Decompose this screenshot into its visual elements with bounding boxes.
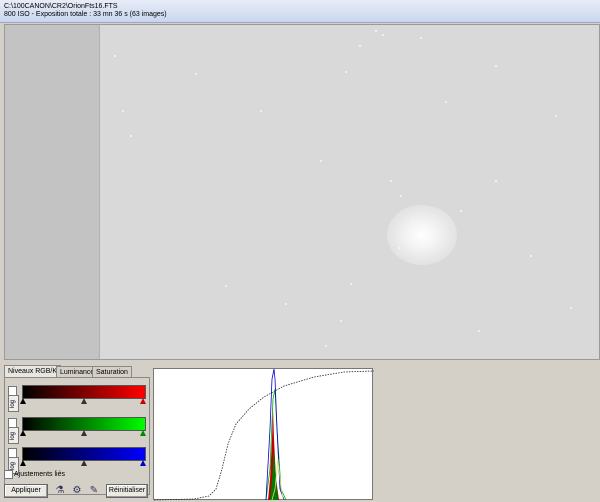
star <box>555 115 557 117</box>
star <box>130 135 132 137</box>
star <box>420 37 422 39</box>
star <box>345 71 347 73</box>
blue-level-bar[interactable] <box>22 447 146 461</box>
histogram-panel <box>153 368 374 501</box>
linked-adjustments-label: Ajustements liés <box>14 471 65 478</box>
blue-channel-row: log <box>5 444 151 474</box>
blue-gamma-handle[interactable] <box>81 460 87 466</box>
star <box>114 55 116 57</box>
reset-button[interactable]: Réinitialiser <box>106 484 148 498</box>
blue-white-point-handle[interactable] <box>140 460 146 466</box>
blue-black-point-handle[interactable] <box>20 460 26 466</box>
star <box>418 230 420 232</box>
histogram-plot <box>154 369 374 501</box>
star <box>495 180 497 182</box>
exposure-info: 800 ISO - Exposition totale : 33 mn 36 s… <box>4 11 167 18</box>
star <box>570 307 572 309</box>
tab-saturation[interactable]: Saturation <box>92 366 132 377</box>
star <box>122 110 124 112</box>
viewer-left-margin <box>5 25 100 359</box>
title-bar: C:\100CANON\CR2\OrionFts16.FTS 800 ISO -… <box>0 0 600 23</box>
cumulative-curve <box>154 370 374 501</box>
tab-rgb-levels[interactable]: Niveaux RGB/K <box>4 365 62 377</box>
green-black-point-handle[interactable] <box>20 430 26 436</box>
star <box>375 30 377 32</box>
apply-button[interactable]: Appliquer <box>4 484 48 498</box>
linked-adjustments-checkbox[interactable] <box>4 470 13 479</box>
file-path: C:\100CANON\CR2\OrionFts16.FTS <box>4 3 118 10</box>
star <box>425 235 427 237</box>
star <box>445 101 447 103</box>
star <box>350 283 352 285</box>
red-channel-row: log <box>5 382 151 412</box>
red-log-toggle[interactable]: log <box>8 395 19 412</box>
star <box>340 320 342 322</box>
green-log-toggle[interactable]: log <box>8 427 19 444</box>
star <box>359 45 361 47</box>
star <box>195 73 197 75</box>
settings-icon[interactable]: ⚙ <box>70 484 84 498</box>
star <box>400 195 402 197</box>
star <box>320 160 322 162</box>
star <box>325 345 327 347</box>
green-white-point-handle[interactable] <box>140 430 146 436</box>
red-white-point-handle[interactable] <box>140 398 146 404</box>
image-viewer[interactable] <box>4 24 600 360</box>
star <box>390 180 392 182</box>
red-black-point-handle[interactable] <box>20 398 26 404</box>
color-picker-icon[interactable]: ✎ <box>87 484 101 498</box>
star <box>412 221 414 223</box>
orion-nebula <box>387 205 457 265</box>
astro-image[interactable] <box>100 25 599 359</box>
green-level-bar[interactable] <box>22 417 146 431</box>
star <box>285 303 287 305</box>
red-level-bar[interactable] <box>22 385 146 399</box>
star <box>225 285 227 287</box>
star <box>382 34 384 36</box>
star <box>260 110 262 112</box>
red-gamma-handle[interactable] <box>81 398 87 404</box>
star <box>398 247 400 249</box>
green-gamma-handle[interactable] <box>81 430 87 436</box>
curves-icon[interactable]: ⚗ <box>53 484 67 498</box>
green-channel-row: log <box>5 414 151 444</box>
star <box>530 255 532 257</box>
star <box>460 210 462 212</box>
star <box>495 65 497 67</box>
star <box>478 330 480 332</box>
